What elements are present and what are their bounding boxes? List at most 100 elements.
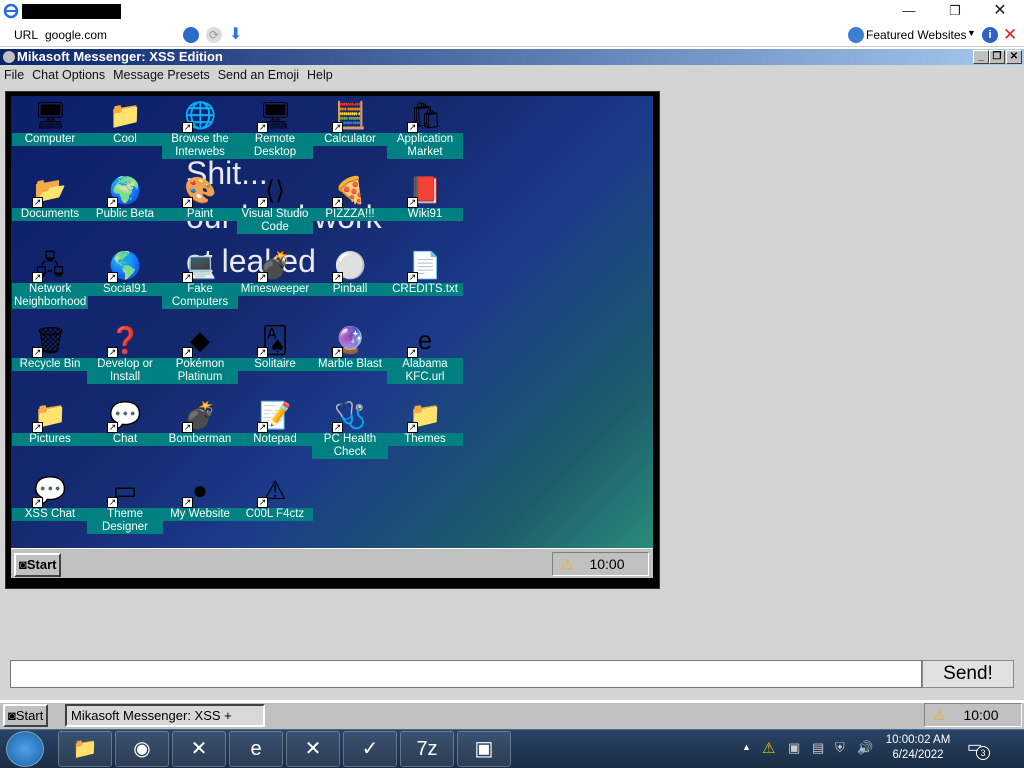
desktop-icon-label: Pokémon Platinum (162, 358, 238, 384)
desktop-icon[interactable]: ⚪ ↗ Pinball (312, 249, 388, 296)
taskbar-app-checkmark-app[interactable]: ✓ (343, 731, 397, 767)
desktop-icon[interactable]: 📁 ↗ Pictures (12, 399, 88, 446)
desktop-icon[interactable]: 📁 Cool (87, 99, 163, 146)
inner-start-button[interactable]: ◙Start (14, 553, 62, 577)
shortcut-arrow-icon: ↗ (182, 197, 193, 208)
taskbar-app-file-explorer[interactable]: 📁 (58, 731, 112, 767)
menu-send-emoji[interactable]: Send an Emoji (214, 66, 303, 84)
desktop-icon[interactable]: ⟨⟩ ↗ Visual Studio Code (237, 174, 313, 234)
desktop-icon-label: Recycle Bin (12, 358, 88, 371)
desktop-icon-label: Notepad (237, 433, 313, 446)
desktop-icon[interactable]: ● ↗ My Website (162, 474, 238, 521)
desktop-icon[interactable]: 📁 ↗ Themes (387, 399, 463, 446)
desktop-icon-label: Cool (87, 133, 163, 146)
restore-button[interactable]: ❐ (932, 0, 978, 23)
desktop-icon[interactable]: e ↗ Alabama KFC.url (387, 324, 463, 384)
desktop-icon[interactable]: 📄 ↗ CREDITS.txt (387, 249, 463, 296)
desktop-icon[interactable]: ❓ ↗ Develop or Install (87, 324, 163, 384)
shortcut-arrow-icon: ↗ (32, 272, 43, 283)
show-hidden-icons[interactable]: ▲ (742, 742, 751, 752)
desktop-icon[interactable]: 💣 ↗ Minesweeper (237, 249, 313, 296)
messenger-close-button[interactable]: ✕ (1006, 50, 1022, 64)
shortcut-arrow-icon: ↗ (32, 422, 43, 433)
desktop-icon-label: Fake Computers (162, 283, 238, 309)
globe-icon: 🌎 ↗ (107, 250, 142, 283)
desktop-icon[interactable]: 🌎 ↗ Social91 (87, 249, 163, 296)
desktop-icon[interactable]: 🧮 ↗ Calculator (312, 99, 388, 146)
shortcut-arrow-icon: ↗ (107, 497, 118, 508)
menu-file[interactable]: File (0, 66, 28, 84)
close-button[interactable]: ✕ (977, 0, 1023, 23)
desktop-icon[interactable]: 🔮 ↗ Marble Blast (312, 324, 388, 371)
calculator-icon: 🧮 ↗ (332, 100, 367, 133)
menu-message-presets[interactable]: Message Presets (109, 66, 214, 84)
chat-input[interactable] (10, 660, 922, 688)
messenger-minimize-button[interactable]: _ (973, 50, 989, 64)
desktop-icon[interactable]: 💻 ↗ Fake Computers (162, 249, 238, 309)
desktop-icon[interactable]: 🌐 ↗ Browse the Interwebs (162, 99, 238, 159)
stop-icon[interactable]: ✕ (1003, 26, 1019, 43)
warning-icon: ⚠ (561, 556, 574, 572)
tray-monitor-icon[interactable]: ▤ (812, 740, 824, 756)
tray-volume-icon[interactable]: 🔊 (857, 740, 873, 756)
outer-start-label: Start (15, 708, 44, 723)
embedded-desktop: Shit... our hard work ot leaked 🖥Compute… (11, 96, 653, 548)
featured-websites-button[interactable]: Featured Websites (866, 28, 967, 42)
vscode-icon: ⟨⟩ ↗ (257, 175, 286, 208)
desktop-icon[interactable]: 🖥 ↗ Remote Desktop (237, 99, 313, 159)
windows-start-orb[interactable] (6, 731, 44, 767)
desktop-icon[interactable]: 🂡 ↗ Solitaire (237, 324, 313, 371)
desktop-icon[interactable]: 🗑 ↗ Recycle Bin (12, 324, 88, 371)
desktop-icon[interactable]: 🍕 ↗ PIZZZA!!! (312, 174, 388, 221)
desktop-icon[interactable]: 🩺 ↗ PC Health Check (312, 399, 388, 459)
url-input[interactable]: google.com (45, 28, 107, 42)
desktop-icon[interactable]: 💬 ↗ XSS Chat (12, 474, 88, 521)
desktop-icon[interactable]: 📕 ↗ Wiki91 (387, 174, 463, 221)
taskbar-app-error-app-2[interactable]: ✕ (286, 731, 340, 767)
minimize-button[interactable]: — (886, 0, 932, 23)
desktop-icon[interactable]: 📂 ↗ Documents (12, 174, 88, 221)
taskbar-app-chrome[interactable]: ◉ (115, 731, 169, 767)
info-icon[interactable]: i (982, 27, 998, 43)
desktop-icon[interactable]: 🛍 ↗ Application Market (387, 99, 463, 159)
desktop-icon[interactable]: 🖥 Computer (12, 99, 88, 146)
clock-time: 10:00:02 AM (885, 734, 951, 746)
taskbar-app-ie[interactable]: e (229, 731, 283, 767)
desktop-icon[interactable]: ▭ ↗ Theme Designer (87, 474, 163, 534)
tray-network-icon[interactable]: ▣ (788, 740, 800, 756)
taskbar-app-7zip[interactable]: 7z (400, 731, 454, 767)
tray-shield-icon[interactable]: ⛨ (835, 740, 845, 756)
shortcut-arrow-icon: ↗ (107, 422, 118, 433)
tray-warning-icon[interactable]: ⚠ (762, 739, 775, 757)
taskbar-item-messenger[interactable]: Mikasoft Messenger: XSS + (65, 704, 265, 727)
desktop-icon-label: C00L F4ctz (237, 508, 313, 521)
system-clock[interactable]: 10:00:02 AM 6/24/2022 (880, 733, 956, 763)
desktop-icon[interactable]: 🖧 ↗ Network Neighborhood (12, 249, 89, 309)
shortcut-arrow-icon: ↗ (332, 197, 343, 208)
send-button[interactable]: Send! (922, 660, 1014, 688)
desktop-icon[interactable]: 📝 ↗ Notepad (237, 399, 313, 446)
shortcut-arrow-icon: ↗ (107, 272, 118, 283)
desktop-icon-label: Calculator (312, 133, 388, 146)
desktop-icon[interactable]: ◆ ↗ Pokémon Platinum (162, 324, 238, 384)
messenger-maximize-button[interactable]: ❐ (989, 50, 1005, 64)
menu-help[interactable]: Help (303, 66, 337, 84)
go-icon[interactable] (183, 27, 199, 43)
desktop-icon[interactable]: ⚠ ↗ C00L F4ctz (237, 474, 313, 521)
menu-chat-options[interactable]: Chat Options (28, 66, 109, 84)
desktop-icon[interactable]: 💣 ↗ Bomberman (162, 399, 238, 446)
desktop-icon-label: Application Market (387, 133, 463, 159)
github-icon: ● ↗ (182, 475, 208, 508)
taskbar-app-image-viewer[interactable]: ▣ (457, 731, 511, 767)
chevron-down-icon[interactable]: ▼ (967, 28, 976, 38)
taskbar-app-error-app[interactable]: ✕ (172, 731, 226, 767)
refresh-icon[interactable]: ⟳ (206, 27, 222, 43)
outer-start-button[interactable]: ◙Start (3, 704, 49, 727)
pizza-icon: 🍕 ↗ (332, 175, 367, 208)
desktop-icon[interactable]: 💬 ↗ Chat (87, 399, 163, 446)
mine-icon: 💣 ↗ (257, 250, 292, 283)
messenger-title: Mikasoft Messenger: XSS Edition (17, 49, 223, 64)
desktop-icon[interactable]: 🎨 ↗ Paint (162, 174, 238, 221)
download-arrow-icon[interactable]: ⬇ (229, 27, 245, 43)
desktop-icon[interactable]: 🌍 ↗ Public Beta (87, 174, 163, 221)
